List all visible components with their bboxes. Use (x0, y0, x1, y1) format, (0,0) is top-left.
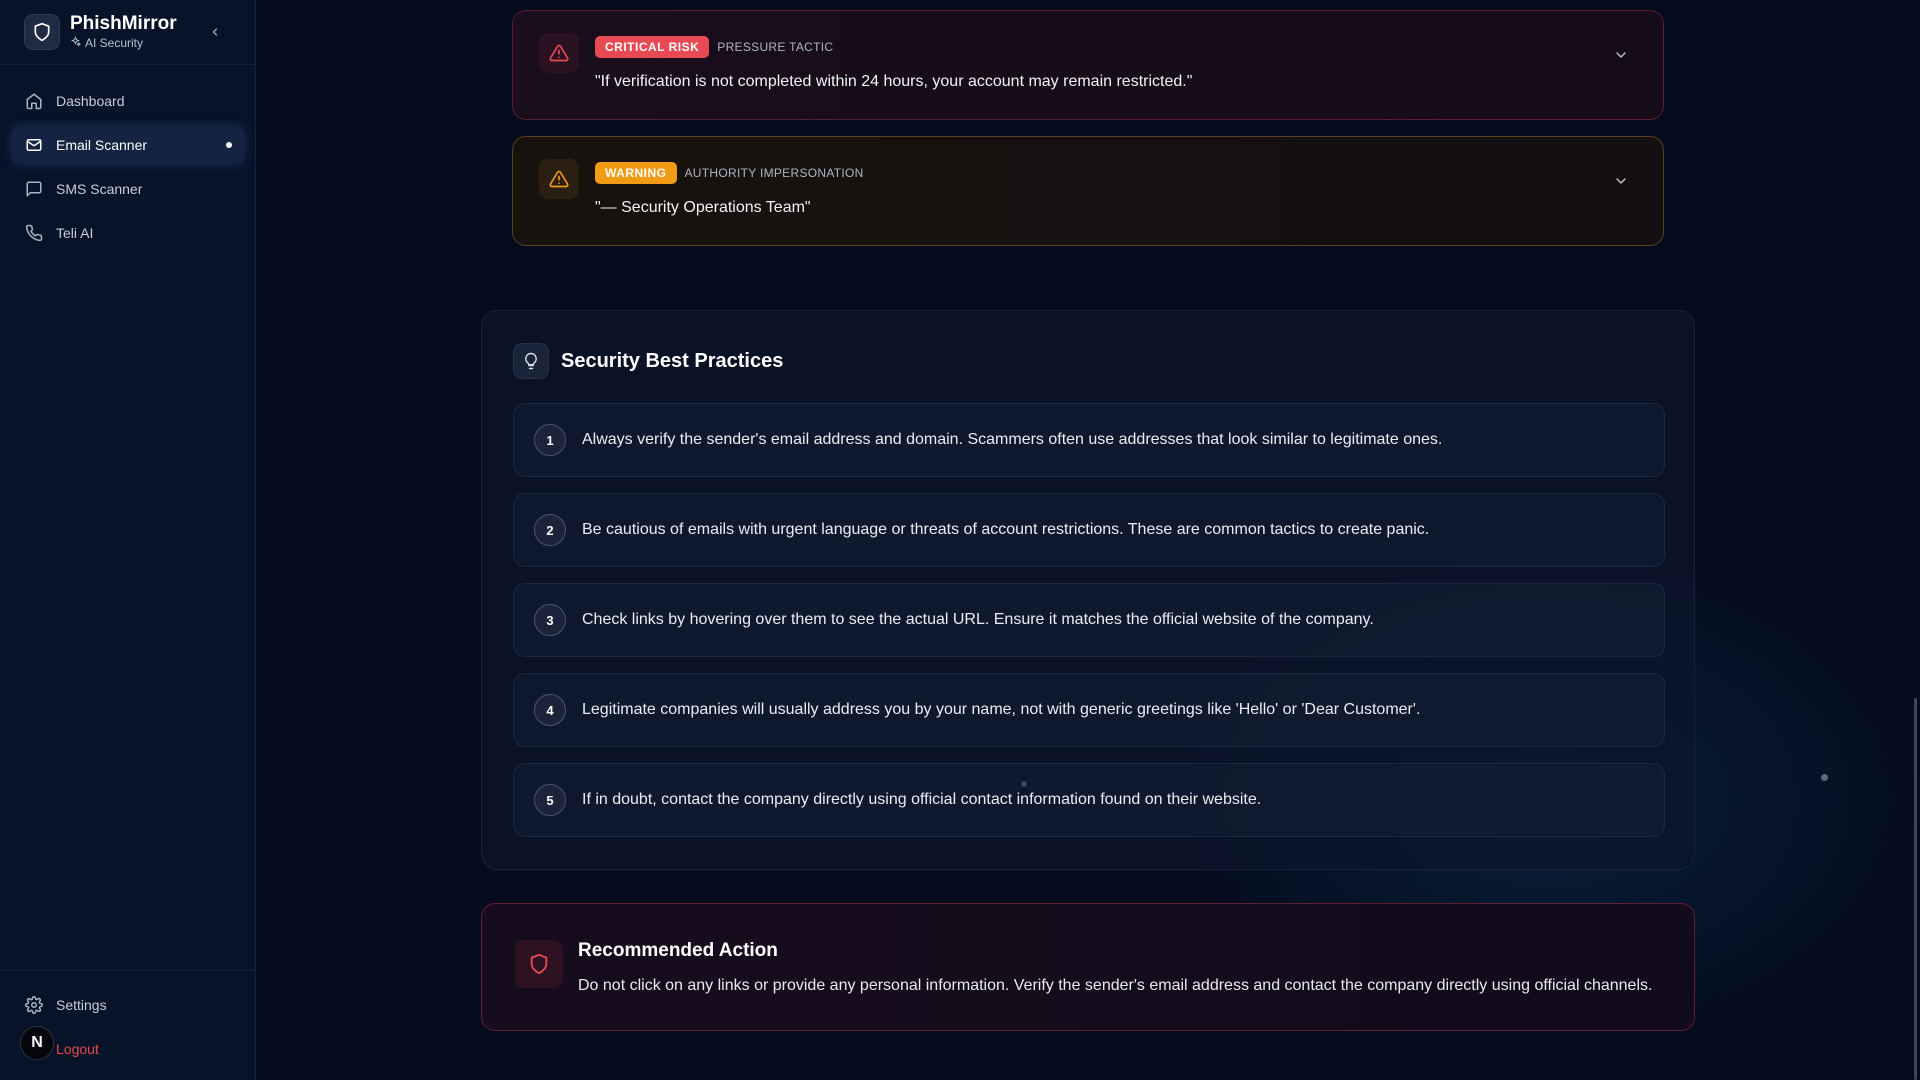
practice-item: 5 If in doubt, contact the company direc… (513, 763, 1665, 837)
severity-badge: CRITICAL RISK (595, 36, 710, 58)
chevron-down-icon (1616, 52, 1626, 58)
sidebar-item-dashboard[interactable]: Dashboard (12, 82, 244, 120)
mail-icon (24, 135, 44, 155)
decorative-dot (1821, 774, 1828, 781)
expand-alert-button[interactable] (1611, 171, 1631, 191)
sidebar-item-teli-ai[interactable]: Teli AI (12, 214, 244, 252)
practice-item: 1 Always verify the sender's email addre… (513, 403, 1665, 477)
settings-button[interactable]: Settings (12, 986, 244, 1024)
best-practices-panel: Security Best Practices 1 Always verify … (481, 310, 1695, 870)
alert-triangle-icon (539, 33, 579, 73)
sidebar-nav: Dashboard Email Scanner SMS Scanner Teli… (12, 82, 244, 258)
step-number: 2 (534, 514, 566, 546)
home-icon (24, 91, 44, 111)
severity-badge: WARNING (595, 162, 677, 184)
decorative-dot (1021, 781, 1027, 787)
alert-quote: "— Security Operations Team" (595, 199, 811, 216)
practice-text: Check links by hovering over them to see… (582, 611, 1374, 628)
recommended-action-text: Do not click on any links or provide any… (578, 977, 1653, 994)
phone-icon (24, 223, 44, 243)
section-title: Security Best Practices (561, 349, 784, 372)
settings-label: Settings (56, 997, 107, 1013)
practice-text: Legitimate companies will usually addres… (582, 701, 1421, 718)
collapse-sidebar-button[interactable] (205, 20, 225, 44)
sidebar-item-label: Email Scanner (56, 137, 148, 153)
sidebar-item-label: SMS Scanner (56, 181, 143, 197)
logout-label: Logout (56, 1041, 99, 1057)
chevron-down-icon (1616, 178, 1626, 184)
sidebar-item-label: Teli AI (56, 225, 94, 241)
practice-text: Always verify the sender's email address… (582, 431, 1443, 448)
alert-card-warning[interactable]: WARNING AUTHORITY IMPERSONATION "— Secur… (512, 136, 1664, 246)
sidebar-item-sms-scanner[interactable]: SMS Scanner (12, 170, 244, 208)
sidebar: PhishMirror AI Security Dashboard Email … (0, 0, 256, 1080)
shield-icon (515, 940, 563, 988)
sparkles-icon (70, 35, 82, 51)
shield-icon (24, 14, 60, 50)
alert-category: PRESSURE TACTIC (717, 40, 834, 54)
sidebar-divider (0, 970, 256, 971)
practice-text: Be cautious of emails with urgent langua… (582, 521, 1430, 538)
practice-text: If in doubt, contact the company directl… (582, 791, 1262, 808)
alert-category: AUTHORITY IMPERSONATION (684, 166, 864, 180)
message-icon (24, 179, 44, 199)
sidebar-item-email-scanner[interactable]: Email Scanner (12, 126, 244, 164)
gear-icon (24, 995, 44, 1015)
lightbulb-icon (513, 343, 549, 379)
alert-quote: "If verification is not completed within… (595, 73, 1193, 90)
alert-triangle-icon (539, 159, 579, 199)
expand-alert-button[interactable] (1611, 45, 1631, 65)
recommended-action-card: Recommended Action Do not click on any l… (481, 903, 1695, 1031)
step-number: 5 (534, 784, 566, 816)
step-number: 4 (534, 694, 566, 726)
practice-item: 4 Legitimate companies will usually addr… (513, 673, 1665, 747)
avatar[interactable]: N (20, 1026, 54, 1060)
alert-card-critical[interactable]: CRITICAL RISK PRESSURE TACTIC "If verifi… (512, 10, 1664, 120)
sidebar-divider (0, 64, 256, 65)
brand-name: PhishMirror (70, 13, 177, 34)
scrollbar[interactable] (1914, 698, 1917, 1080)
brand[interactable]: PhishMirror AI Security (24, 13, 177, 51)
step-number: 1 (534, 424, 566, 456)
step-number: 3 (534, 604, 566, 636)
active-indicator (226, 142, 232, 148)
sidebar-item-label: Dashboard (56, 93, 125, 109)
practice-item: 3 Check links by hovering over them to s… (513, 583, 1665, 657)
chevron-left-icon (212, 28, 218, 36)
practice-item: 2 Be cautious of emails with urgent lang… (513, 493, 1665, 567)
brand-subtitle: AI Security (85, 36, 144, 50)
recommended-action-title: Recommended Action (578, 940, 778, 961)
